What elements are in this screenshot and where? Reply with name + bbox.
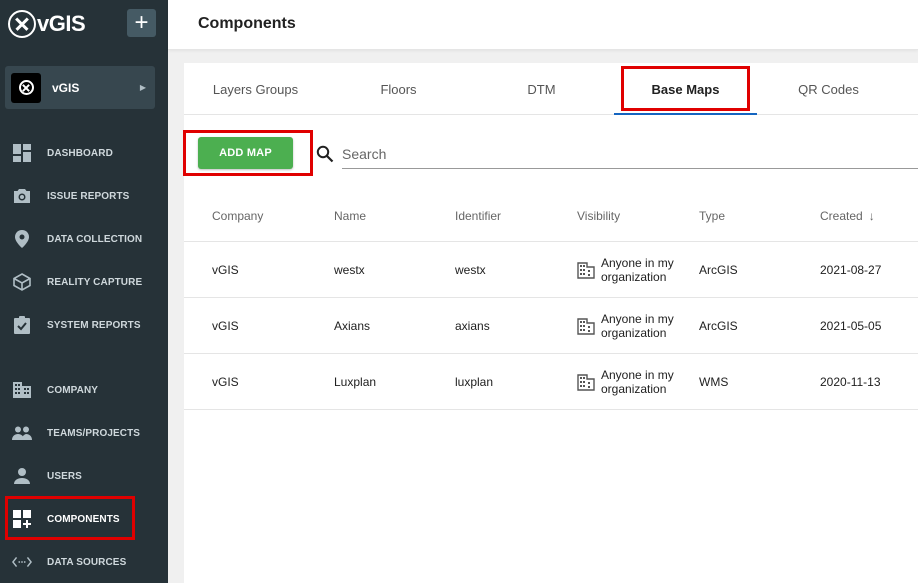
cell-created: 2021-08-27 [820, 263, 882, 277]
cell-created: 2021-05-05 [820, 319, 882, 333]
annotation-highlight [183, 130, 313, 176]
building-icon [577, 262, 595, 279]
visibility-label: Anyone in my organization [601, 368, 674, 396]
sidebar-item-data-collection[interactable]: DATA COLLECTION [0, 221, 168, 257]
cell-name: westx [334, 263, 365, 277]
chevron-right-icon: ▶ [139, 83, 146, 92]
column-header-identifier[interactable]: Identifier [455, 209, 501, 223]
table-row[interactable]: vGIS westx westx Anyone in my organizati… [184, 242, 918, 298]
cell-identifier: axians [455, 319, 490, 333]
sidebar: vGIS + vGIS ▶ DASHBOARD ISSUE REPORTS DA… [0, 0, 168, 583]
cell-company: vGIS [212, 375, 239, 389]
camera-icon [12, 186, 32, 206]
active-tab-indicator [614, 113, 757, 115]
sidebar-item-teams-projects[interactable]: TEAMS/PROJECTS [0, 415, 168, 451]
building-icon [12, 380, 32, 400]
cell-created: 2020-11-13 [820, 375, 881, 389]
sidebar-item-label: DASHBOARD [47, 147, 113, 159]
sidebar-item-label: COMPANY [47, 384, 99, 396]
sidebar-item-data-sources[interactable]: DATA SOURCES [0, 544, 168, 580]
column-header-created[interactable]: Created ↓ [820, 209, 875, 223]
column-header-label: Created [820, 209, 863, 223]
org-name: vGIS [52, 80, 80, 95]
sidebar-item-label: DATA SOURCES [47, 556, 127, 568]
annotation-highlight [5, 496, 135, 540]
sidebar-item-label: TEAMS/PROJECTS [47, 427, 141, 439]
code-icon [12, 552, 32, 572]
column-header-name[interactable]: Name [334, 209, 366, 223]
building-icon [577, 374, 595, 391]
organization-selector[interactable]: vGIS ▶ [5, 66, 155, 109]
components-panel: Layers Groups Floors DTM Base Maps QR Co… [183, 63, 918, 583]
sort-descending-icon: ↓ [868, 209, 875, 223]
sidebar-item-label: REALITY CAPTURE [47, 276, 143, 288]
cell-identifier: luxplan [455, 375, 494, 389]
page-title: Components [198, 15, 296, 32]
vgis-logo-icon [8, 10, 36, 38]
person-icon [12, 466, 32, 486]
cell-company: vGIS [212, 319, 239, 333]
cell-type: WMS [699, 375, 729, 389]
tab-qr-codes[interactable]: QR Codes [757, 63, 900, 115]
cell-visibility: Anyone in my organization [577, 354, 685, 410]
visibility-label: Anyone in my organization [601, 256, 674, 284]
sidebar-item-label: ISSUE REPORTS [47, 190, 130, 202]
add-button[interactable]: + [127, 9, 156, 37]
location-pin-icon [12, 229, 32, 249]
annotation-highlight [621, 66, 750, 111]
cell-name: Axians [334, 319, 371, 333]
cell-name: Luxplan [334, 375, 377, 389]
org-logo-icon [11, 72, 41, 103]
tab-bar: Layers Groups Floors DTM Base Maps QR Co… [184, 63, 918, 115]
tab-floors[interactable]: Floors [327, 63, 470, 115]
sidebar-item-label: USERS [47, 470, 82, 482]
people-icon [12, 423, 32, 443]
cell-company: vGIS [212, 263, 239, 277]
cell-visibility: Anyone in my organization [577, 298, 685, 354]
tab-dtm[interactable]: DTM [470, 63, 613, 115]
building-icon [577, 318, 595, 335]
search-icon [316, 145, 334, 163]
visibility-label: Anyone in my organization [601, 312, 674, 340]
app-logo[interactable]: vGIS [8, 8, 86, 40]
search-input[interactable] [342, 139, 918, 169]
cell-identifier: westx [455, 263, 486, 277]
column-header-type[interactable]: Type [699, 209, 725, 223]
tab-layers-groups[interactable]: Layers Groups [184, 63, 327, 115]
sidebar-item-label: SYSTEM REPORTS [47, 319, 141, 331]
cell-visibility: Anyone in my organization [577, 242, 685, 298]
dashboard-icon [12, 143, 32, 163]
column-header-company[interactable]: Company [212, 209, 263, 223]
sidebar-item-system-reports[interactable]: SYSTEM REPORTS [0, 307, 168, 343]
sidebar-item-company[interactable]: COMPANY [0, 372, 168, 408]
sidebar-item-label: DATA COLLECTION [47, 233, 143, 245]
cell-type: ArcGIS [699, 263, 738, 277]
column-header-visibility[interactable]: Visibility [577, 209, 620, 223]
clipboard-check-icon [12, 315, 32, 335]
logo-text: vGIS [37, 11, 86, 36]
reality-capture-icon [12, 272, 32, 292]
table-row[interactable]: vGIS Axians axians Anyone in my organiza… [184, 298, 918, 354]
sidebar-item-dashboard[interactable]: DASHBOARD [0, 135, 168, 171]
sidebar-item-reality-capture[interactable]: REALITY CAPTURE [0, 264, 168, 300]
table-row[interactable]: vGIS Luxplan luxplan Anyone in my organi… [184, 354, 918, 410]
cell-type: ArcGIS [699, 319, 738, 333]
sidebar-item-issue-reports[interactable]: ISSUE REPORTS [0, 178, 168, 214]
sidebar-item-users[interactable]: USERS [0, 458, 168, 494]
page-header: Components [168, 0, 918, 50]
